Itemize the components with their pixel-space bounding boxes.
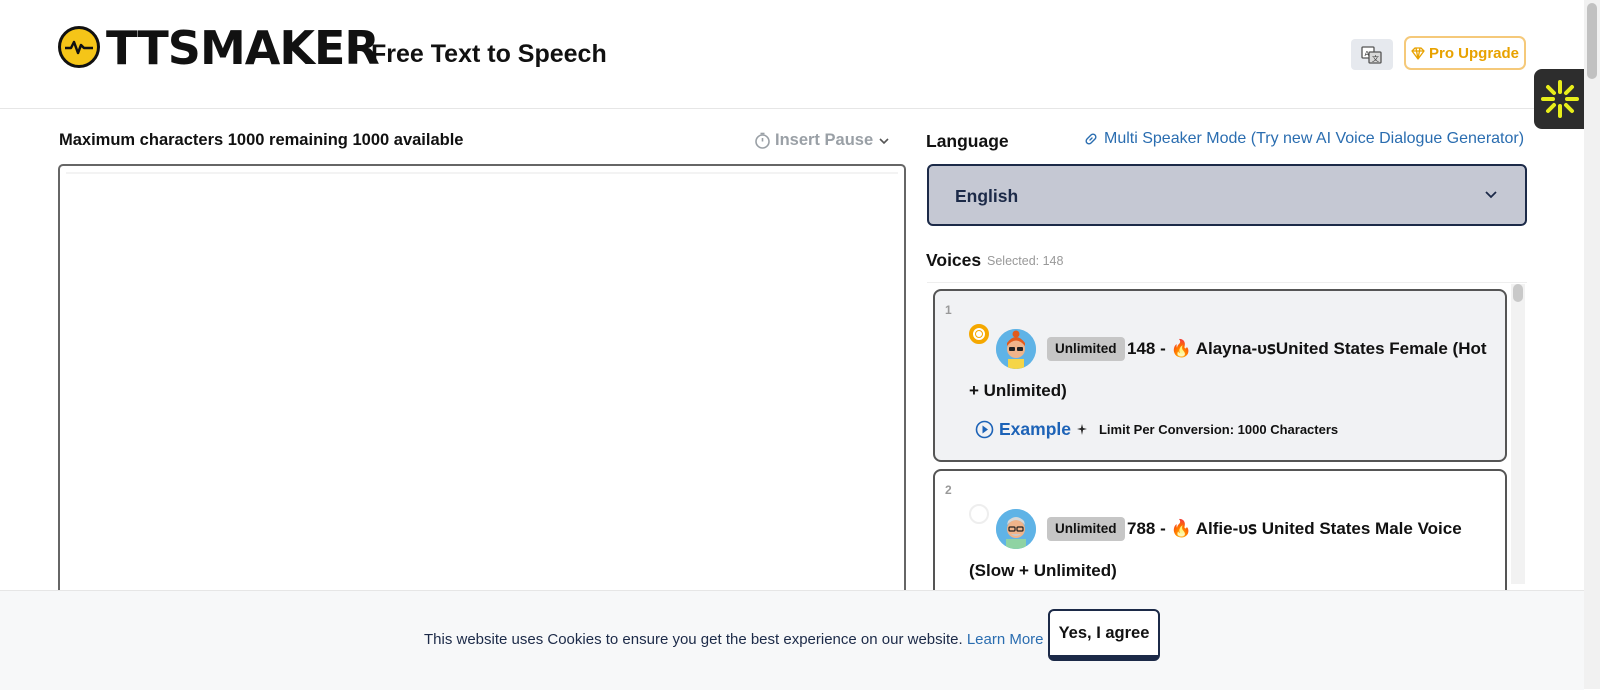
voice-example-row: Example Limit Per Conversion: 1000 Chara… bbox=[975, 419, 1338, 440]
chevron-down-icon bbox=[879, 137, 889, 144]
insert-pause-button[interactable]: Insert Pause bbox=[754, 131, 891, 150]
multi-speaker-mode-label: Multi Speaker Mode (Try new AI Voice Dia… bbox=[1104, 130, 1525, 147]
voice-index: 2 bbox=[945, 483, 952, 497]
logo-waveform-icon[interactable] bbox=[58, 26, 100, 68]
pro-upgrade-button[interactable]: Pro Upgrade bbox=[1404, 36, 1526, 70]
insert-pause-label: Insert Pause bbox=[775, 131, 874, 149]
voice-radio[interactable] bbox=[969, 504, 989, 524]
sparkle-burst-icon bbox=[1541, 80, 1579, 118]
link-icon bbox=[1085, 133, 1097, 145]
voices-scrollbar[interactable] bbox=[1511, 284, 1525, 584]
conversion-limit-text: Limit Per Conversion: 1000 Characters bbox=[1098, 422, 1339, 437]
unlimited-badge: Unlimited bbox=[1047, 337, 1125, 361]
voice-avatar bbox=[996, 329, 1036, 369]
unlimited-badge: Unlimited bbox=[1047, 517, 1125, 541]
svg-text:文: 文 bbox=[1372, 54, 1379, 63]
language-select-value: English bbox=[955, 186, 1019, 206]
language-label: Language bbox=[926, 131, 1009, 151]
voice-title: 788 - 🔥 Alfie-ᴜꜱ United States Male Voic… bbox=[1127, 519, 1462, 538]
voice-card[interactable]: 1 Unlimited 148 - 🔥 Alayna-ᴜꜱUnited Stat… bbox=[933, 289, 1507, 462]
text-input-content[interactable] bbox=[66, 172, 898, 602]
diamond-icon bbox=[1411, 46, 1425, 60]
cookie-message: This website uses Cookies to ensure you … bbox=[424, 631, 1044, 648]
voice-index: 1 bbox=[945, 303, 952, 317]
voice-title-continued: (Slow + Unlimited) bbox=[969, 561, 1117, 580]
voice-avatar bbox=[996, 509, 1036, 549]
character-limit-label: Maximum characters 1000 remaining 1000 a… bbox=[59, 131, 464, 149]
multi-speaker-mode-link[interactable]: Multi Speaker Mode (Try new AI Voice Dia… bbox=[1084, 130, 1524, 148]
chevron-down-icon bbox=[1485, 191, 1497, 199]
cookie-message-text: This website uses Cookies to ensure you … bbox=[424, 631, 963, 648]
svg-text:A: A bbox=[1365, 50, 1370, 58]
language-select[interactable]: English bbox=[927, 164, 1527, 226]
timer-icon bbox=[755, 132, 770, 149]
sparkle-icon bbox=[1076, 424, 1087, 435]
accept-cookies-button[interactable]: Yes, I agree bbox=[1048, 609, 1160, 661]
cookie-banner: This website uses Cookies to ensure you … bbox=[0, 590, 1584, 690]
voices-label: Voices bbox=[926, 250, 982, 270]
learn-more-link[interactable]: Learn More bbox=[967, 631, 1044, 648]
pro-upgrade-label: Pro Upgrade bbox=[1428, 44, 1519, 62]
play-circle-icon[interactable] bbox=[975, 420, 994, 439]
page-scrollbar-thumb[interactable] bbox=[1587, 3, 1597, 79]
example-play-button[interactable]: Example bbox=[999, 419, 1071, 440]
voices-scrollbar-thumb[interactable] bbox=[1513, 284, 1523, 302]
text-input-area[interactable] bbox=[58, 164, 906, 604]
site-header: TTSMAKER Free Text to Speech A 文 Pro Upg… bbox=[0, 0, 1584, 109]
logo-text[interactable]: TTSMAKER bbox=[106, 22, 380, 74]
voice-radio[interactable] bbox=[969, 324, 989, 344]
page-scrollbar[interactable] bbox=[1584, 0, 1600, 689]
floating-widget-button[interactable] bbox=[1534, 69, 1586, 129]
voice-card[interactable]: 2 Unlimited 788 - 🔥 Alfie-ᴜꜱ United Stat… bbox=[933, 469, 1507, 609]
voice-title-continued: + Unlimited) bbox=[969, 381, 1067, 400]
voice-title: 148 - 🔥 Alayna-ᴜꜱUnited States Female (H… bbox=[1127, 339, 1487, 358]
page-tagline: Free Text to Speech bbox=[371, 40, 607, 68]
translate-icon: A 文 bbox=[1361, 45, 1382, 64]
voices-selected-count: Selected: 148 bbox=[987, 254, 1064, 268]
translate-button[interactable]: A 文 bbox=[1351, 39, 1393, 70]
